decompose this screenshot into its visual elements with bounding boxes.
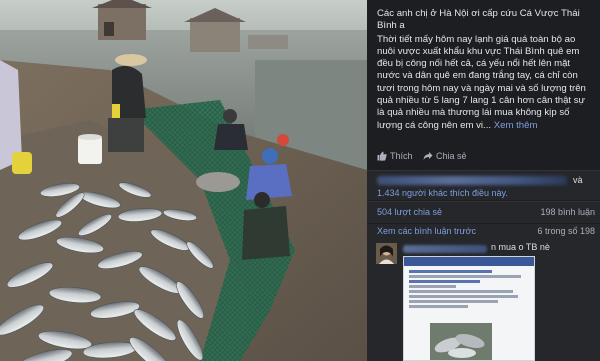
reactions-conjunction: và <box>573 175 583 185</box>
attachment-text-lines <box>409 270 527 310</box>
blurred-commenter-name <box>403 245 487 253</box>
attachment-header-bar <box>404 257 534 266</box>
like-button[interactable]: Thích <box>377 151 413 161</box>
see-more-link[interactable]: Xem thêm <box>494 120 538 131</box>
comment-text: n mua o TB nè <box>491 242 550 252</box>
likes-count-link[interactable]: 1.434 người khác thích điều này. <box>377 188 508 198</box>
previous-comments-row: Xem các bình luận trước 6 trong số 198 <box>367 224 600 240</box>
post-photo[interactable] <box>0 0 367 361</box>
shares-count-link[interactable]: 504 lượt chia sẻ <box>377 207 442 217</box>
comment: n mua o TB nè <box>367 240 600 361</box>
post-body-text: Thời tiết mấy hôm nay lạnh giá quá toàn … <box>377 33 586 131</box>
blurred-names <box>377 176 567 185</box>
comment-screenshot-attachment[interactable] <box>403 256 535 361</box>
avatar-image <box>376 243 397 264</box>
share-button[interactable]: Chia sẻ <box>423 151 467 161</box>
view-previous-comments-link[interactable]: Xem các bình luận trước <box>377 226 476 236</box>
engagement-row: 504 lượt chia sẻ 198 bình luận <box>367 201 600 223</box>
fish-harvest-photo <box>0 0 367 361</box>
post-text: Các anh chị ở Hà Nội ơi cấp cứu Cá Vược … <box>377 8 595 133</box>
share-icon <box>423 152 433 160</box>
share-label: Chia sẻ <box>436 151 467 161</box>
thumbs-up-icon <box>377 151 387 161</box>
reactions-row: và 1.434 người khác thích điều này. <box>367 170 600 200</box>
like-label: Thích <box>390 151 413 161</box>
avatar[interactable] <box>376 243 397 264</box>
comments-shown-count: 6 trong số 198 <box>537 226 595 236</box>
post-body: Thời tiết mấy hôm nay lạnh giá quá toàn … <box>377 34 595 132</box>
post-title-line: Các anh chị ở Hà Nội ơi cấp cứu Cá Vược … <box>377 8 580 32</box>
comments-count: 198 bình luận <box>540 207 595 217</box>
facebook-post-panel: Các anh chị ở Hà Nội ơi cấp cứu Cá Vược … <box>367 0 600 361</box>
post-actions: Thích Chia sẻ <box>377 151 595 163</box>
attachment-fish-photo <box>430 323 492 360</box>
